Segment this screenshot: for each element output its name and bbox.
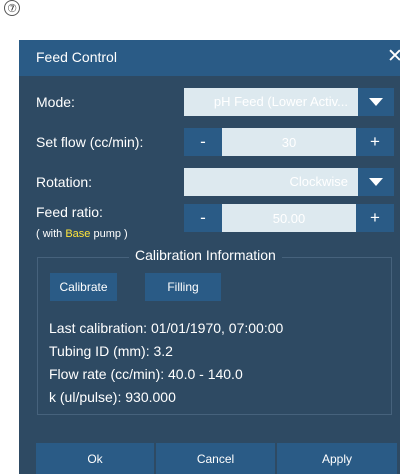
rotation-select[interactable]: Clockwise [184,168,394,196]
mode-label: Mode: [36,94,75,110]
set-flow-increment-button[interactable]: + [356,128,394,156]
feed-ratio-input[interactable]: 50.00 [222,204,356,232]
feed-ratio-label: Feed ratio: [36,204,103,220]
rotation-dropdown-button[interactable] [358,168,394,196]
dialog-titlebar: Feed Control ✕ [19,40,400,76]
chevron-down-icon [369,178,383,186]
set-flow-input[interactable]: 30 [222,128,356,156]
dialog-title: Feed Control [36,49,117,65]
tubing-id-text: Tubing ID (mm): 3.2 [49,343,173,359]
k-value-text: k (ul/pulse): 930.000 [49,389,176,405]
feed-ratio-note-suffix: pump ) [90,228,128,240]
filling-button[interactable]: Filling [145,273,221,301]
feed-ratio-note-pump: Base [65,228,91,240]
ok-button[interactable]: Ok [36,443,154,474]
calibration-title: Calibration Information [129,247,282,263]
rotation-value: Clockwise [289,174,348,189]
feed-ratio-note: ( with Base pump ) [36,228,128,240]
last-calibration-text: Last calibration: 01/01/1970, 07:00:00 [49,320,284,336]
chevron-down-icon [369,98,383,106]
set-flow-decrement-button[interactable]: - [184,128,222,156]
close-icon[interactable]: ✕ [387,45,400,68]
feed-ratio-increment-button[interactable]: + [356,204,394,232]
feed-control-dialog: Feed Control ✕ Mode: pH Feed (Lower Acti… [19,40,400,474]
calibrate-button[interactable]: Calibrate [50,273,117,301]
mode-select[interactable]: pH Feed (Lower Activ... [184,88,394,116]
set-flow-label: Set flow (cc/min): [36,134,144,150]
apply-button[interactable]: Apply [277,443,397,474]
flow-rate-text: Flow rate (cc/min): 40.0 - 140.0 [49,366,243,382]
step-marker: ⑦ [4,0,20,16]
cancel-button[interactable]: Cancel [156,443,275,474]
dialog-footer: Ok Cancel Apply [19,443,400,474]
feed-ratio-decrement-button[interactable]: - [184,204,222,232]
rotation-label: Rotation: [36,174,93,190]
mode-value: pH Feed (Lower Activ... [213,94,348,109]
mode-dropdown-button[interactable] [358,88,394,116]
feed-ratio-note-prefix: ( with [36,228,66,240]
